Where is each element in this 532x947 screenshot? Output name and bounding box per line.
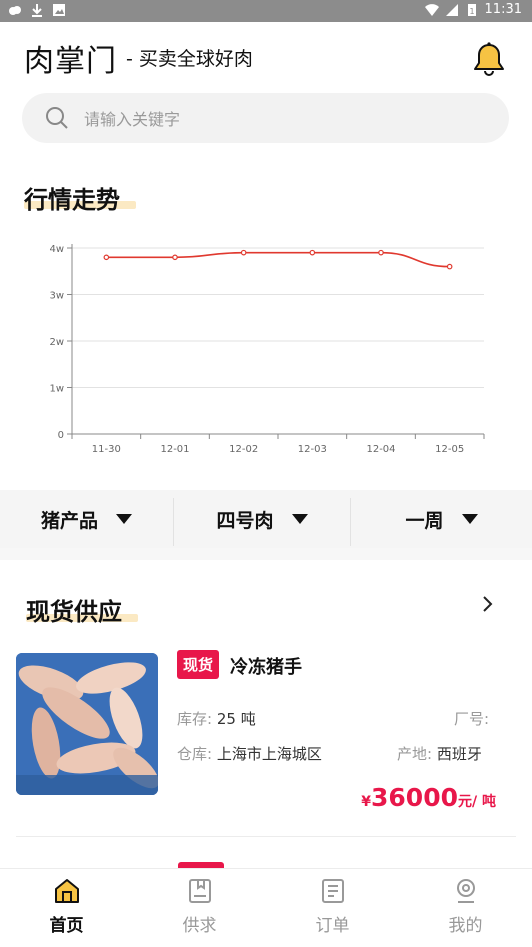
bell-icon[interactable]: [470, 40, 508, 78]
warehouse-info: 仓库: 上海市上海城区: [177, 745, 322, 763]
filter-period-label: 一周: [405, 509, 444, 532]
tab-label: 我的: [448, 916, 483, 936]
section-gap: [0, 548, 532, 560]
download-icon: [32, 4, 42, 17]
signal-icon: [445, 3, 458, 16]
brand-title: 肉掌门: [24, 44, 117, 79]
x-tick-label: 12-03: [298, 444, 327, 455]
profile-icon: [457, 879, 475, 903]
data-point: [446, 263, 453, 270]
supply-title: 现货供应: [26, 598, 122, 626]
dropdown-arrow-icon: [461, 514, 478, 524]
wifi-icon: [424, 3, 439, 16]
chevron-right-icon[interactable]: [478, 594, 498, 614]
brand-slogan: - 买卖全球好肉: [126, 48, 253, 70]
tab-orders[interactable]: 订单: [266, 869, 399, 947]
x-tick-label: 12-05: [435, 444, 464, 455]
tab-label: 首页: [49, 916, 84, 936]
x-tick-label: 11-30: [92, 444, 121, 455]
tab-label: 订单: [315, 916, 350, 936]
y-tick-label: 3w: [49, 291, 64, 302]
price-trend-chart: 0 1w 2w 3w 4w 11-30 12-01 12-02 12-03 12-04 12-05: [49, 244, 485, 455]
dropdown-arrow-icon: [291, 514, 308, 524]
status-time: 11:31: [484, 2, 522, 17]
x-tick-label: 12-04: [366, 444, 395, 455]
stock-info: 库存: 25 吨: [177, 710, 256, 728]
tab-supply[interactable]: 供求: [133, 869, 266, 947]
factory-info: 厂号:: [454, 710, 490, 728]
tab-home[interactable]: 首页: [0, 869, 133, 947]
list-divider: [16, 836, 516, 837]
order-icon: [322, 879, 344, 903]
filter-category[interactable]: 猪产品: [0, 490, 173, 548]
origin-info: 产地: 西班牙: [397, 745, 482, 763]
filter-category-label: 猪产品: [40, 509, 98, 532]
market-title: 行情走势: [24, 186, 120, 214]
y-tick-label: 1w: [49, 384, 64, 395]
app-header: 肉掌门 - 买卖全球好肉: [0, 22, 532, 92]
product-name: 冷冻猪手: [230, 657, 302, 678]
product-image: [16, 653, 158, 795]
tab-profile[interactable]: 我的: [399, 869, 532, 947]
in-stock-badge: 现货: [177, 650, 220, 679]
filter-bar: 猪产品 四号肉 一周: [0, 490, 532, 548]
stock-value: 25 吨: [216, 710, 256, 728]
home-icon: [55, 879, 79, 903]
dropdown-arrow-icon: [116, 514, 132, 524]
product-card[interactable]: 现货 冷冻猪手 库存: 25 吨 厂号: 仓库: 上海市上海城区 产地: 西班牙…: [16, 650, 516, 812]
tab-label: 供求: [182, 916, 217, 936]
svg-text:1: 1: [469, 7, 474, 16]
filter-part-label: 四号肉: [216, 509, 274, 532]
bottom-tab-bar: 首页 供求 订单 我的: [0, 868, 532, 946]
y-tick-label: 4w: [49, 244, 64, 255]
supply-icon: [189, 879, 211, 903]
battery-icon: 1: [467, 3, 476, 16]
y-tick-label: 0: [58, 430, 64, 441]
data-point: [103, 254, 110, 261]
status-bar: 1 11:31: [0, 0, 532, 22]
x-tick-label: 12-02: [229, 444, 258, 455]
search-icon: [46, 107, 68, 129]
origin-value: 西班牙: [436, 745, 482, 763]
series-line: [106, 251, 450, 268]
data-point: [309, 249, 316, 256]
data-point: [240, 249, 247, 256]
y-tick-label: 2w: [49, 337, 64, 348]
search-bar[interactable]: 请输入关键字: [22, 93, 509, 143]
image-icon: [53, 4, 65, 16]
product-price: ¥36000元/ 吨: [361, 783, 496, 812]
search-input[interactable]: 请输入关键字: [84, 106, 180, 130]
filter-part[interactable]: 四号肉: [174, 490, 350, 548]
data-point: [172, 254, 178, 261]
warehouse-value: 上海市上海城区: [216, 745, 322, 763]
x-tick-label: 12-01: [160, 444, 189, 455]
cloud-icon: [9, 6, 21, 15]
data-point: [378, 249, 384, 256]
filter-period[interactable]: 一周: [351, 490, 532, 548]
